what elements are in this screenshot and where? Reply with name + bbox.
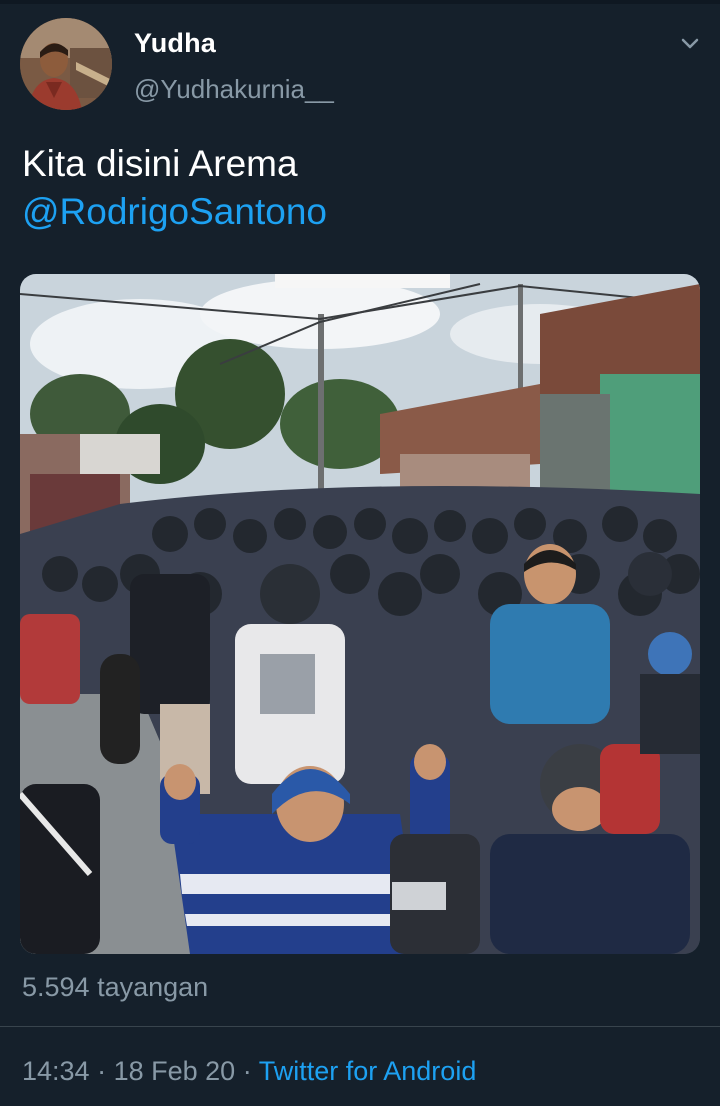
tweet-detail-page: Yudha @Yudhakurnia__ Kita disini Arema @… bbox=[0, 0, 720, 1106]
video-frame bbox=[20, 274, 700, 954]
chevron-down-icon[interactable] bbox=[676, 30, 704, 58]
tweet-video[interactable] bbox=[20, 274, 700, 954]
tweet-text: Kita disini Arema @RodrigoSantono bbox=[22, 140, 702, 236]
top-edge bbox=[0, 0, 720, 4]
divider bbox=[0, 1026, 720, 1027]
avatar-image bbox=[20, 18, 112, 110]
tweet-time: 14:34 bbox=[22, 1056, 90, 1086]
tweet-date: 18 Feb 20 bbox=[113, 1056, 236, 1086]
tweet-meta: 14:34 · 18 Feb 20 · Twitter for Android bbox=[22, 1056, 476, 1087]
meta-separator: · bbox=[97, 1056, 107, 1086]
avatar[interactable] bbox=[20, 18, 112, 110]
tweet-client-link[interactable]: Twitter for Android bbox=[259, 1056, 477, 1086]
tweet-body: Kita disini Arema bbox=[22, 143, 298, 184]
author-display-name[interactable]: Yudha bbox=[134, 28, 216, 59]
author-handle[interactable]: @Yudhakurnia__ bbox=[134, 74, 334, 105]
view-count: 5.594 tayangan bbox=[22, 972, 209, 1002]
meta-separator: · bbox=[242, 1056, 252, 1086]
mention-link[interactable]: @RodrigoSantono bbox=[22, 188, 702, 236]
